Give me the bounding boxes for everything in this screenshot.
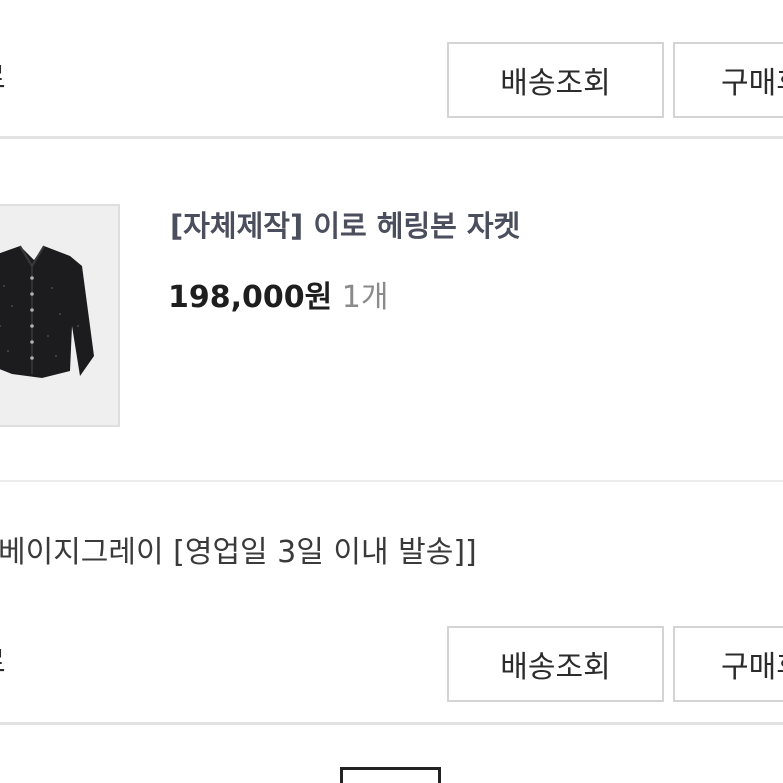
product-price: 198,000원 [168, 280, 333, 315]
order-list-page: 로 배송조회 구매후기 [자체제작] 이로 헤 [0, 0, 783, 783]
track-delivery-button-2[interactable]: 배송조회 [447, 626, 664, 702]
track-delivery-button[interactable]: 배송조회 [447, 42, 664, 118]
product-quantity: 1개 [341, 280, 389, 315]
product-thumbnail[interactable] [0, 204, 120, 427]
section-divider-2 [0, 722, 783, 725]
section-divider [0, 136, 783, 139]
write-review-button-2[interactable]: 구매후기 [673, 626, 783, 702]
option-divider [0, 480, 783, 482]
product-option: 베이지그레이 [영업일 3일 이내 발송]] [0, 535, 477, 570]
pagination-current-page[interactable] [340, 767, 441, 783]
jacket-icon [0, 206, 118, 425]
order-status-label-2: 로 [0, 648, 6, 678]
order-status-label: 로 [0, 64, 6, 94]
price-line: 198,000원 1개 [168, 272, 388, 316]
write-review-button[interactable]: 구매후기 [673, 42, 783, 118]
product-name-link[interactable]: [자체제작] 이로 헤링본 자켓 [170, 203, 520, 245]
